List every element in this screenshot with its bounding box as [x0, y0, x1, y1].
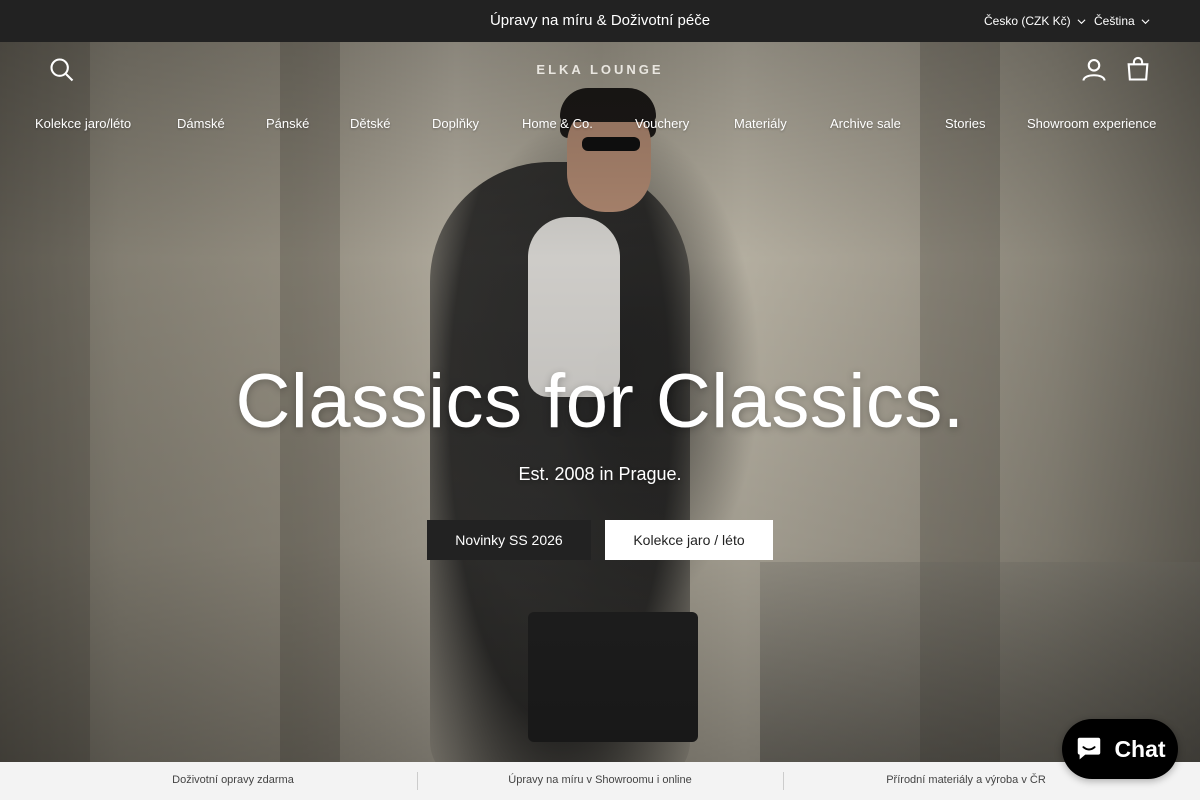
chat-label: Chat: [1114, 735, 1166, 762]
nav-item-showroom-experience[interactable]: Showroom experience: [1027, 116, 1156, 131]
language-selector[interactable]: Čeština: [1094, 14, 1150, 28]
usp-item: Doživotní opravy zdarma: [172, 774, 294, 786]
country-selector-label: Česko (CZK Kč): [984, 14, 1071, 28]
novinky-button[interactable]: Novinky SS 2026: [427, 520, 591, 560]
account-button[interactable]: [1080, 56, 1108, 84]
nav-item-archive-sale[interactable]: Archive sale: [830, 116, 901, 131]
nav-item-home-co[interactable]: Home & Co.: [522, 116, 593, 131]
main-navigation: Kolekce jaro/léto Dámské Pánské Dětské D…: [0, 116, 1200, 136]
cart-button[interactable]: [1124, 55, 1152, 83]
nav-item-kolekce-jaro-leto[interactable]: Kolekce jaro/léto: [35, 116, 131, 131]
nav-item-detske[interactable]: Dětské: [350, 116, 390, 131]
nav-item-vouchery[interactable]: Vouchery: [635, 116, 689, 131]
hero-title: Classics for Classics.: [235, 359, 965, 444]
chat-bubble-icon: [1078, 737, 1101, 760]
usp-divider: [417, 772, 418, 790]
nav-item-panske[interactable]: Pánské: [266, 116, 309, 131]
usp-divider: [783, 772, 784, 790]
chevron-down-icon: [1077, 18, 1086, 24]
site-header: ELKA LOUNGE: [0, 42, 1200, 102]
country-selector[interactable]: Česko (CZK Kč): [984, 14, 1086, 28]
chat-button[interactable]: Chat: [1062, 719, 1178, 779]
language-selector-label: Čeština: [1094, 14, 1135, 28]
usp-item: Úpravy na míru v Showroomu i online: [508, 774, 692, 786]
usp-bar: Doživotní opravy zdarma Úpravy na míru v…: [0, 762, 1200, 800]
nav-item-damske[interactable]: Dámské: [177, 116, 225, 131]
nav-item-doplnky[interactable]: Doplňky: [432, 116, 479, 131]
hero-subtitle: Est. 2008 in Prague.: [518, 464, 682, 484]
kolekce-button[interactable]: Kolekce jaro / léto: [605, 520, 773, 560]
cart-icon: [1127, 56, 1149, 81]
chevron-down-icon: [1141, 18, 1150, 24]
nav-item-materialy[interactable]: Materiály: [734, 116, 787, 131]
account-icon: [1082, 59, 1106, 81]
announcement-bar: Úpravy na míru & Doživotní péče Česko (C…: [0, 0, 1200, 42]
site-logo[interactable]: ELKA LOUNGE: [0, 62, 1200, 77]
nav-item-stories[interactable]: Stories: [945, 116, 985, 131]
